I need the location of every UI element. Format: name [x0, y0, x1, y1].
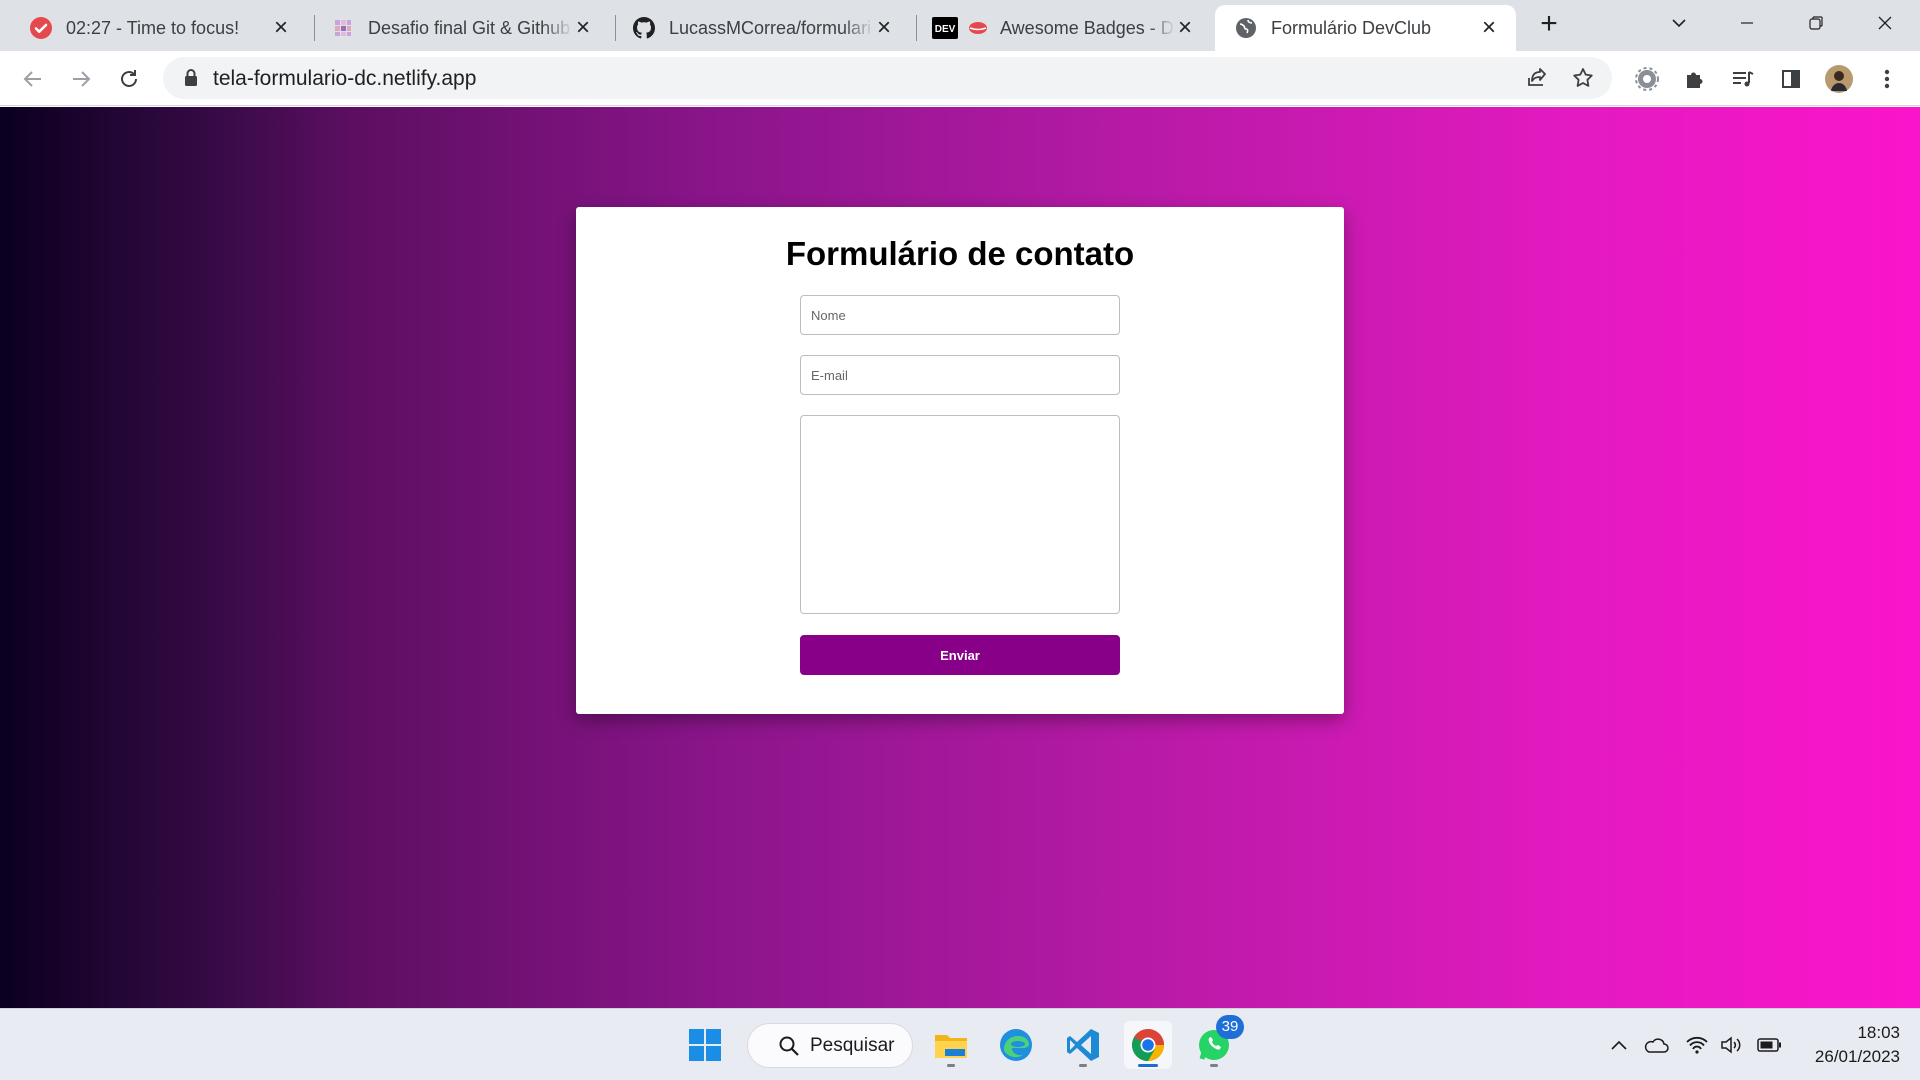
- chrome-menu-icon[interactable]: [1872, 64, 1902, 94]
- share-icon[interactable]: [1525, 66, 1549, 95]
- tab-search-chevron-icon[interactable]: [1659, 8, 1699, 38]
- tab-github-repo[interactable]: LucassMCorrea/formulari ×: [603, 5, 911, 51]
- side-panel-icon[interactable]: [1776, 64, 1806, 94]
- vscode-icon[interactable]: [1059, 1021, 1107, 1069]
- show-hidden-icons-chevron-icon[interactable]: [1605, 1031, 1633, 1059]
- github-icon: [633, 17, 655, 39]
- url-text: tela-formulario-dc.netlify.app: [213, 67, 477, 90]
- taskbar-search[interactable]: Pesquisar: [747, 1023, 913, 1068]
- message-textarea[interactable]: [800, 415, 1120, 614]
- windows-taskbar: Pesquisar 39 18:03 26/01/2023: [0, 1008, 1920, 1080]
- pixel-grid-icon: [332, 17, 354, 39]
- check-circle-icon: [30, 17, 52, 39]
- tab-title: 02:27 - Time to focus!: [66, 17, 240, 38]
- bookmark-star-icon[interactable]: [1571, 66, 1595, 95]
- search-label: Pesquisar: [810, 1034, 895, 1056]
- file-explorer-icon[interactable]: [927, 1021, 975, 1069]
- new-tab-button[interactable]: +: [1534, 9, 1564, 40]
- forward-arrow-icon[interactable]: [66, 64, 96, 94]
- back-arrow-icon[interactable]: [18, 64, 48, 94]
- notification-badge: 39: [1216, 1015, 1244, 1039]
- close-tab-icon[interactable]: ×: [572, 16, 594, 40]
- name-input[interactable]: [800, 295, 1120, 335]
- system-clock[interactable]: 18:03 26/01/2023: [1800, 1021, 1900, 1069]
- active-indicator: [1138, 1064, 1158, 1067]
- close-tab-icon[interactable]: ×: [1174, 16, 1196, 40]
- wifi-icon[interactable]: [1683, 1031, 1711, 1059]
- reload-icon[interactable]: [114, 64, 144, 94]
- close-window-button[interactable]: [1865, 8, 1905, 38]
- tab-desafio-git[interactable]: Desafio final Git & Github ×: [302, 5, 610, 51]
- chrome-icon[interactable]: [1124, 1021, 1172, 1069]
- close-tab-icon[interactable]: ×: [873, 16, 895, 40]
- tab-time-to-focus[interactable]: 02:27 - Time to focus! ×: [0, 5, 308, 51]
- tab-title: Desafio final Git & Github: [368, 17, 571, 38]
- search-icon: [778, 1035, 800, 1057]
- tab-formulario-devclub[interactable]: Formulário DevClub ×: [1215, 5, 1516, 51]
- extensions-puzzle-icon[interactable]: [1680, 64, 1710, 94]
- email-input[interactable]: [800, 355, 1120, 395]
- restore-button[interactable]: [1796, 8, 1836, 38]
- onedrive-cloud-icon[interactable]: [1642, 1031, 1670, 1059]
- address-bar[interactable]: tela-formulario-dc.netlify.app: [163, 57, 1612, 99]
- volume-icon[interactable]: [1717, 1031, 1745, 1059]
- media-controls-icon[interactable]: [1728, 64, 1758, 94]
- submit-button[interactable]: Enviar: [800, 635, 1120, 675]
- tab-strip: 02:27 - Time to focus! × Desafio final G…: [0, 0, 1920, 51]
- running-indicator: [1210, 1064, 1218, 1067]
- tab-title: LucassMCorrea/formulari: [669, 17, 872, 38]
- tab-title: Formulário DevClub: [1271, 17, 1432, 38]
- clock-time: 18:03: [1857, 1023, 1900, 1042]
- extension-gear-icon[interactable]: [1632, 64, 1662, 94]
- lock-icon: [183, 68, 199, 93]
- profile-avatar[interactable]: [1824, 64, 1854, 94]
- browser-toolbar: tela-formulario-dc.netlify.app: [0, 51, 1920, 106]
- tab-awesome-badges[interactable]: DEV Awesome Badges - DE ×: [904, 5, 1212, 51]
- tab-title: Awesome Badges - DE: [1000, 17, 1175, 38]
- minimize-button[interactable]: [1727, 8, 1767, 38]
- running-indicator: [947, 1064, 955, 1067]
- svg-text:DEV: DEV: [935, 24, 956, 35]
- lips-icon: [969, 22, 987, 34]
- running-indicator: [1079, 1064, 1087, 1067]
- globe-icon: [1235, 17, 1257, 39]
- page-background: Formulário de contato Enviar: [0, 107, 1920, 1008]
- edge-browser-icon[interactable]: [992, 1021, 1040, 1069]
- form-title: Formulário de contato: [785, 235, 1135, 272]
- contact-form-card: Formulário de contato Enviar: [576, 207, 1344, 714]
- close-tab-icon[interactable]: ×: [1478, 16, 1500, 40]
- clock-date: 26/01/2023: [1814, 1047, 1900, 1066]
- dev-logo-icon: DEV: [932, 17, 988, 39]
- windows-start-icon[interactable]: [681, 1021, 729, 1069]
- whatsapp-icon[interactable]: 39: [1190, 1015, 1244, 1069]
- battery-icon[interactable]: [1756, 1031, 1784, 1059]
- close-tab-icon[interactable]: ×: [270, 16, 292, 40]
